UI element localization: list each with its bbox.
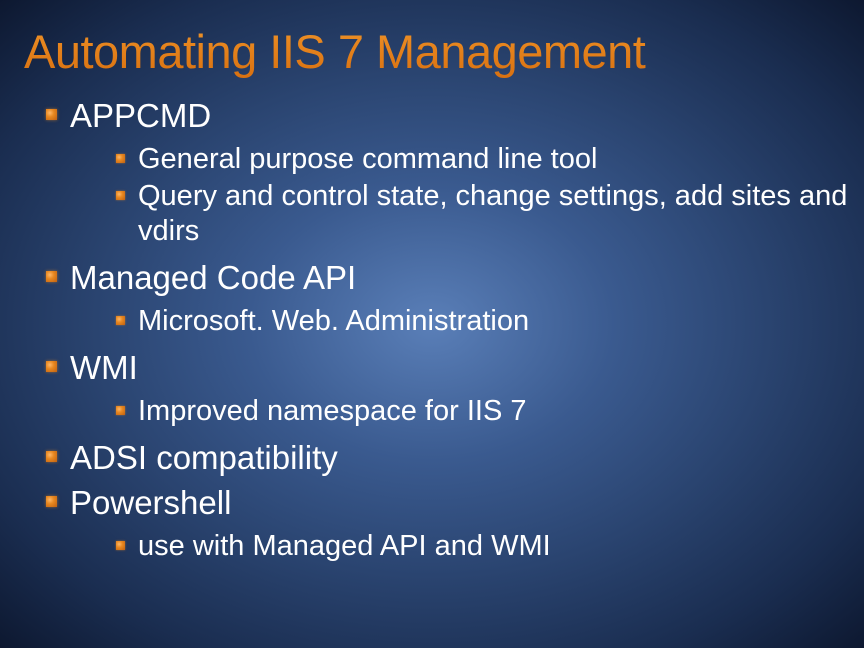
list-item-label: Powershell (70, 484, 231, 521)
list-item-label: Microsoft. Web. Administration (138, 305, 529, 337)
list-item: Managed Code API Microsoft. Web. Adminis… (30, 257, 864, 339)
slide-content: APPCMD General purpose command line tool… (0, 79, 864, 564)
slide-title: Automating IIS 7 Management (0, 0, 864, 79)
bullet-list-level2: Microsoft. Web. Administration (70, 304, 864, 339)
list-item: General purpose command line tool (106, 142, 864, 177)
list-item: Query and control state, change settings… (106, 179, 864, 249)
list-item: use with Managed API and WMI (106, 529, 864, 564)
list-item-label: Managed Code API (70, 259, 356, 296)
list-item-label: ADSI compatibility (70, 439, 338, 476)
bullet-list-level2: Improved namespace for IIS 7 (70, 394, 864, 429)
list-item: Microsoft. Web. Administration (106, 304, 864, 339)
list-item: APPCMD General purpose command line tool… (30, 95, 864, 249)
bullet-list-level1: APPCMD General purpose command line tool… (0, 95, 864, 564)
list-item: WMI Improved namespace for IIS 7 (30, 347, 864, 429)
list-item-label: WMI (70, 349, 138, 386)
bullet-list-level2: use with Managed API and WMI (70, 529, 864, 564)
list-item-label: Query and control state, change settings… (138, 180, 847, 247)
list-item: ADSI compatibility (30, 437, 864, 478)
list-item-label: General purpose command line tool (138, 143, 597, 175)
list-item-label: Improved namespace for IIS 7 (138, 395, 526, 427)
list-item-label: use with Managed API and WMI (138, 530, 551, 562)
list-item: Improved namespace for IIS 7 (106, 394, 864, 429)
list-item-label: APPCMD (70, 97, 211, 134)
list-item: Powershell use with Managed API and WMI (30, 482, 864, 564)
bullet-list-level2: General purpose command line tool Query … (70, 142, 864, 248)
